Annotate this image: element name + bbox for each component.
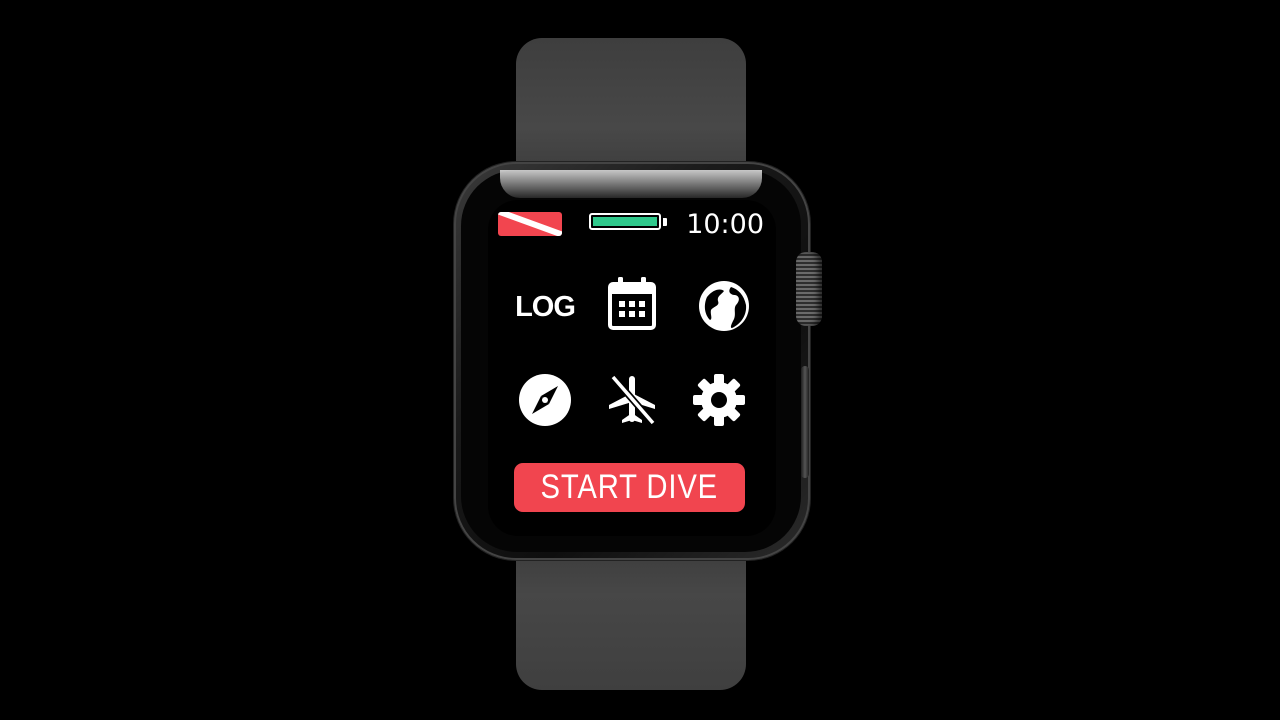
- status-time: 10:00: [686, 209, 764, 240]
- no-fly-icon[interactable]: [605, 373, 659, 427]
- start-dive-button[interactable]: START DIVE: [514, 463, 745, 512]
- gear-icon[interactable]: [692, 373, 746, 427]
- screen-glare: [500, 170, 762, 198]
- battery-level-fill: [593, 217, 657, 226]
- calendar-icon[interactable]: [608, 276, 656, 330]
- side-button[interactable]: [801, 366, 809, 478]
- globe-icon[interactable]: [697, 279, 751, 333]
- battery-tip: [663, 218, 667, 226]
- dive-flag-icon: [498, 212, 562, 236]
- log-button[interactable]: LOG: [514, 287, 576, 327]
- start-dive-label: START DIVE: [540, 468, 719, 506]
- digital-crown[interactable]: [796, 252, 822, 326]
- compass-icon[interactable]: [518, 373, 572, 427]
- battery-icon: [589, 213, 661, 230]
